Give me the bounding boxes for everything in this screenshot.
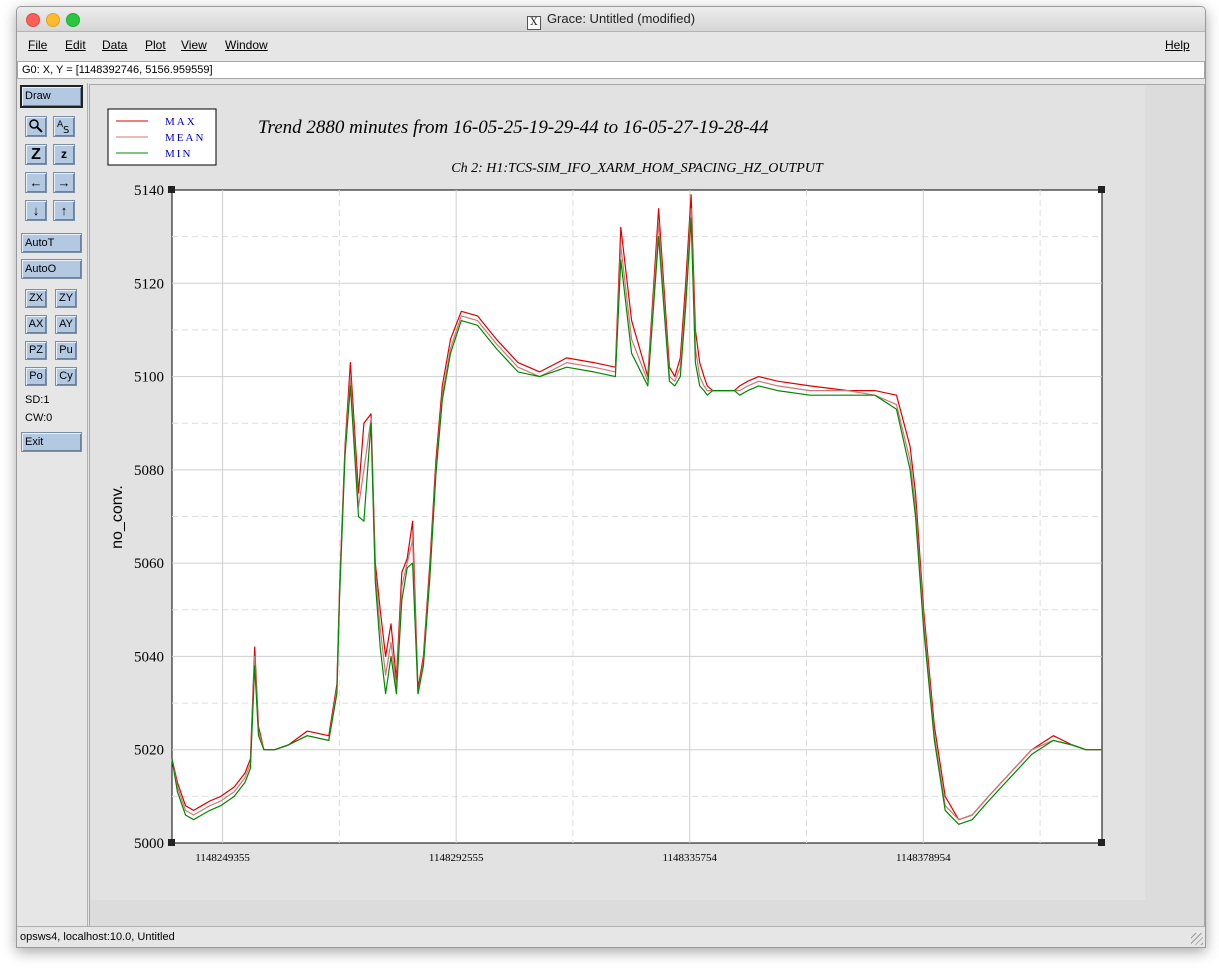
trend-chart[interactable]: 5000 5020 5040 5060 5080 5100 5120 5140 1148249… (90, 85, 1145, 900)
arrow-up-icon: ↑ (60, 203, 68, 218)
magnifier-button[interactable] (25, 116, 47, 137)
y-tick-label: 5120 (134, 276, 164, 292)
exit-button[interactable]: Exit (21, 432, 82, 452)
x-tick-label: 1148249355 (195, 852, 250, 864)
graph-page: 5000 5020 5040 5060 5080 5100 5120 5140 1148249… (90, 85, 1145, 900)
y-tick-label: 5040 (134, 649, 164, 665)
window-title: Grace: Untitled (modified) (546, 11, 696, 26)
menu-edit[interactable]: Edit (65, 38, 86, 52)
locator-status-line: G0: X, Y = [1148392746, 5156.959559] (17, 61, 1205, 79)
legend-label-mean: MEAN (165, 132, 205, 144)
autoscale-text-button[interactable]: AS (53, 116, 75, 137)
menu-plot-label: Plot (145, 38, 166, 52)
y-tick-label: 5100 (134, 370, 164, 386)
menu-view-label: View (181, 38, 207, 52)
arrow-down-icon: ↓ (32, 203, 40, 218)
svg-text:S: S (63, 125, 69, 135)
menu-file[interactable]: File (28, 38, 47, 52)
arrow-right-icon: → (57, 175, 71, 190)
y-tick-labels: 5000 5020 5040 5060 5080 5100 5120 5140 (134, 183, 164, 852)
menu-plot[interactable]: Plot (145, 38, 166, 52)
y-tick-label: 5080 (134, 463, 164, 479)
y-tick-label: 5020 (134, 743, 164, 759)
legend: MAX MEAN MIN (107, 108, 217, 166)
handle-bottom-left[interactable] (168, 839, 175, 846)
handle-bottom-right[interactable] (1098, 839, 1105, 846)
drawing-canvas[interactable]: 5000 5020 5040 5060 5080 5100 5120 5140 1148249… (89, 84, 1205, 927)
zoom-in-button[interactable]: Z (25, 144, 47, 165)
arrow-left-icon: ← (29, 175, 43, 190)
menu-bar: File Edit Data Plot View Window Help (17, 32, 1205, 59)
x11-icon: X (526, 16, 541, 30)
cy-button[interactable]: Cy (55, 367, 77, 386)
cw-label: CW:0 (25, 412, 53, 424)
resize-grip-icon[interactable] (1191, 933, 1203, 945)
x-tick-label: 1148378954 (896, 852, 951, 864)
title-bar[interactable]: X Grace: Untitled (modified) (17, 7, 1205, 32)
menu-view[interactable]: View (181, 38, 207, 52)
menu-help[interactable]: Help (1165, 38, 1190, 52)
left-toolbar: Draw AS Z z ← → ↓ ↑ AutoT AutoO ZX ZY AX… (17, 83, 88, 927)
y-tick-label: 5000 (134, 836, 164, 852)
x-tick-label: 1148292555 (429, 852, 484, 864)
magnifier-icon (29, 119, 43, 133)
ay-button[interactable]: AY (55, 315, 77, 334)
zoom-out-button[interactable]: z (53, 144, 75, 165)
menu-window[interactable]: Window (225, 38, 268, 52)
handle-top-right[interactable] (1098, 186, 1105, 193)
scroll-up-button[interactable]: ↑ (53, 200, 75, 221)
chart-title: Trend 2880 minutes from 16-05-25-19-29-4… (258, 117, 769, 138)
y-tick-label: 5140 (134, 183, 164, 199)
x-tick-labels: 1148249355 1148292555 1148335754 1148378954 (195, 852, 951, 864)
po-button[interactable]: Po (25, 367, 47, 386)
menu-file-label: File (28, 38, 48, 52)
window-title-container: X Grace: Untitled (modified) (17, 11, 1205, 30)
ax-button[interactable]: AX (25, 315, 47, 334)
legend-label-max: MAX (165, 116, 197, 128)
pz-button[interactable]: PZ (25, 341, 47, 360)
menu-help-label: Help (1165, 38, 1190, 52)
y-tick-label: 5060 (134, 556, 164, 572)
legend-label-min: MIN (165, 148, 192, 160)
draw-button[interactable]: Draw (20, 85, 83, 108)
pu-button[interactable]: Pu (55, 341, 77, 360)
handle-top-left[interactable] (168, 186, 175, 193)
zy-button[interactable]: ZY (55, 289, 77, 308)
menu-edit-label: Edit (65, 38, 86, 52)
y-axis-label: no_conv. (109, 485, 126, 549)
zoom-out-icon: z (61, 147, 67, 161)
menu-window-label: Window (225, 38, 268, 52)
bottom-status-text: opsws4, localhost:10.0, Untitled (20, 931, 175, 943)
menu-data[interactable]: Data (102, 38, 127, 52)
scroll-left-button[interactable]: ← (25, 172, 47, 193)
menu-data-label: Data (102, 38, 128, 52)
grace-window: X Grace: Untitled (modified) File Edit Da… (16, 6, 1206, 948)
autoo-button[interactable]: AutoO (21, 259, 82, 279)
autoscale-text-icon: AS (57, 120, 69, 136)
scroll-right-button[interactable]: → (53, 172, 75, 193)
chart-subtitle: Ch 2: H1:TCS-SIM_IFO_XARM_HOM_SPACING_HZ… (451, 161, 824, 176)
bottom-status-bar: opsws4, localhost:10.0, Untitled (17, 926, 1205, 947)
x-tick-label: 1148335754 (662, 852, 717, 864)
zx-button[interactable]: ZX (25, 289, 47, 308)
scroll-down-button[interactable]: ↓ (25, 200, 47, 221)
autot-button[interactable]: AutoT (21, 233, 82, 253)
sd-label: SD:1 (25, 394, 50, 406)
zoom-in-icon: Z (31, 146, 41, 163)
